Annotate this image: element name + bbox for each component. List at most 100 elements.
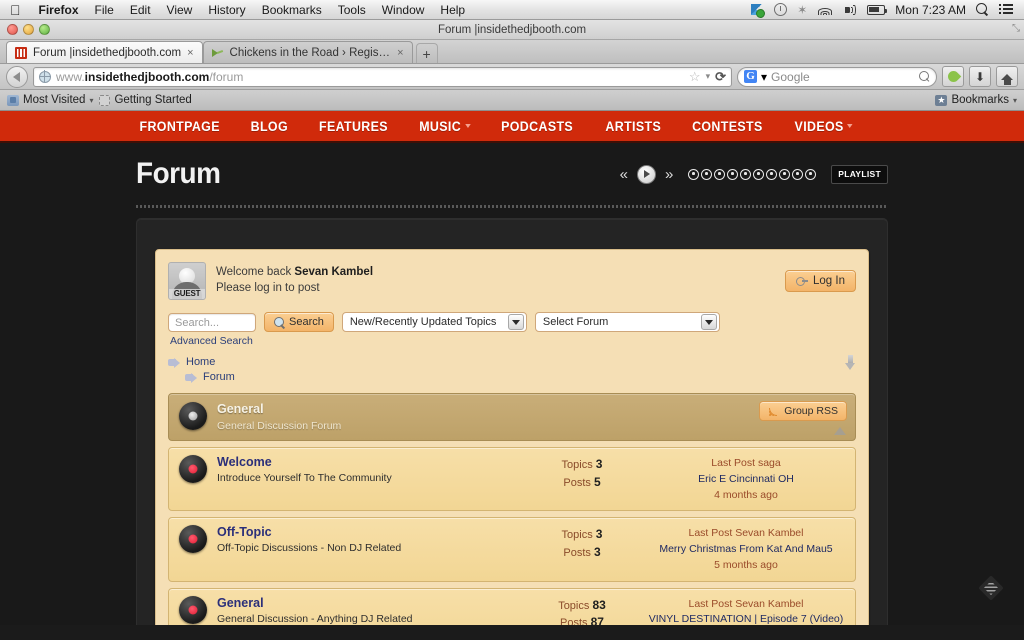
nav-features[interactable]: FEATURES — [319, 119, 388, 134]
menu-help[interactable]: Help — [432, 0, 473, 20]
track-dot[interactable] — [779, 168, 791, 180]
bookmark-getting-started[interactable]: Getting Started — [99, 94, 192, 106]
adblock-icon[interactable] — [942, 66, 964, 87]
last-post-title[interactable]: Merry Christmas From Kat And Mau5 — [647, 542, 845, 558]
menu-edit[interactable]: Edit — [122, 0, 159, 20]
forum-row[interactable]: Off-Topic Off-Topic Discussions - Non DJ … — [168, 517, 856, 582]
login-button[interactable]: Log In — [785, 270, 856, 292]
tab-chickens[interactable]: Chickens in the Road › Registrat... × — [202, 41, 413, 63]
group-rss-button[interactable]: Group RSS — [759, 401, 847, 421]
forum-filter-select[interactable]: Select Forum — [534, 312, 720, 332]
back-button[interactable] — [6, 65, 28, 88]
welcome-line-1: Welcome back Sevan Kambel — [216, 265, 373, 281]
home-icon[interactable] — [996, 66, 1018, 87]
topic-filter-select[interactable]: New/Recently Updated Topics — [341, 312, 527, 332]
search-placeholder: Google — [771, 69, 810, 84]
chevron-down-icon[interactable] — [507, 314, 524, 330]
playlist-button[interactable]: PLAYLIST — [831, 164, 888, 184]
close-tab-icon[interactable]: × — [397, 47, 403, 59]
chevron-down-icon[interactable] — [700, 314, 717, 330]
menu-firefox[interactable]: Firefox — [31, 0, 87, 20]
menu-window[interactable]: Window — [374, 0, 433, 20]
track-dot[interactable] — [714, 168, 726, 180]
spotlight-search-icon[interactable] — [971, 3, 994, 16]
track-dot[interactable] — [753, 168, 765, 180]
track-dot[interactable] — [688, 168, 700, 180]
vinyl-record-icon — [179, 525, 207, 554]
url-bar[interactable]: www.insidethedjbooth.com/forum ☆ ▾ ⟳ — [33, 66, 732, 87]
tab-forum[interactable]: Forum |insidethedjbooth.com × — [6, 41, 203, 63]
notification-center-icon[interactable] — [994, 4, 1018, 15]
group-description: General Discussion Forum — [217, 420, 342, 432]
page-header: Forum « » PLAYLIST — [0, 143, 1024, 205]
last-post-title[interactable]: Eric E Cincinnati OH — [647, 472, 845, 488]
scroll-hint-icon[interactable] — [978, 575, 1004, 601]
next-track-icon[interactable]: » — [665, 166, 673, 183]
nav-contests[interactable]: CONTESTS — [692, 119, 763, 134]
dropbox-icon[interactable] — [746, 3, 769, 18]
bookmarks-menu[interactable]: ★ Bookmarks ▾ — [935, 94, 1017, 106]
last-post-author[interactable]: Last Post Sevan Kambel — [647, 597, 845, 613]
nav-blog[interactable]: BLOG — [251, 119, 288, 134]
chevron-down-icon[interactable]: ▾ — [1013, 96, 1017, 105]
new-tab-button[interactable]: + — [415, 43, 438, 63]
nav-music[interactable]: MUSIC — [419, 119, 471, 134]
breadcrumb-item-forum[interactable]: Forum — [168, 370, 856, 385]
menu-bookmarks[interactable]: Bookmarks — [254, 0, 330, 20]
search-icon[interactable] — [919, 71, 930, 82]
track-dot[interactable] — [727, 168, 739, 180]
menu-view[interactable]: View — [159, 0, 201, 20]
nav-artists[interactable]: ARTISTS — [605, 119, 661, 134]
bookmark-most-visited[interactable]: Most Visited ▾ — [7, 94, 93, 106]
search-icon — [274, 316, 285, 328]
advanced-search-link[interactable]: Advanced Search — [168, 332, 856, 347]
wifi-icon[interactable] — [812, 4, 837, 15]
vinyl-record-icon — [179, 402, 207, 430]
previous-track-icon[interactable]: « — [620, 166, 628, 183]
nav-videos[interactable]: VIDEOS — [794, 119, 853, 134]
chevron-down-icon[interactable]: ▾ — [89, 96, 93, 105]
search-bar[interactable]: G ▾ Google — [737, 66, 937, 87]
chevron-down-icon[interactable]: ▾ — [761, 70, 767, 84]
chevron-down-icon[interactable]: ▾ — [706, 71, 711, 82]
bluetooth-icon[interactable]: ✶ — [792, 4, 812, 16]
menubar-clock[interactable]: Mon 7:23 AM — [890, 0, 971, 20]
search-button[interactable]: Search — [264, 312, 334, 332]
menu-tools[interactable]: Tools — [330, 0, 374, 20]
collapse-group-icon[interactable] — [834, 427, 846, 435]
battery-icon[interactable] — [862, 4, 890, 15]
forum-name-link[interactable]: General — [217, 596, 517, 610]
forum-row[interactable]: Welcome Introduce Yourself To The Communi… — [168, 447, 856, 512]
last-post-author[interactable]: Last Post saga — [647, 456, 845, 472]
track-dot[interactable] — [766, 168, 778, 180]
bookmark-star-icon[interactable]: ☆ — [689, 69, 701, 85]
forum-main: Off-Topic Off-Topic Discussions - Non DJ … — [217, 525, 517, 554]
last-post-author[interactable]: Last Post Sevan Kambel — [647, 526, 845, 542]
track-indicator-dots[interactable] — [688, 168, 817, 180]
breadcrumb-item-home[interactable]: Home — [168, 355, 856, 370]
forum-name-link[interactable]: Off-Topic — [217, 525, 517, 539]
forum-panel: GUEST Welcome back Sevan Kambel Please l… — [155, 249, 869, 625]
resize-handle-icon[interactable]: ⤡ — [1012, 23, 1020, 34]
menu-history[interactable]: History — [200, 0, 253, 20]
close-tab-icon[interactable]: × — [187, 47, 193, 59]
volume-icon[interactable] — [837, 4, 862, 16]
clock-icon[interactable] — [769, 3, 792, 16]
track-dot[interactable] — [805, 168, 817, 180]
track-dot[interactable] — [792, 168, 804, 180]
search-input[interactable]: Search... — [168, 312, 256, 332]
forum-row[interactable]: General General Discussion - Anything DJ … — [168, 587, 856, 625]
nav-podcasts[interactable]: PODCASTS — [502, 119, 574, 134]
play-icon[interactable] — [636, 164, 656, 184]
last-post-title[interactable]: VINYL DESTINATION | Episode 7 (Video) — [647, 612, 845, 625]
apple-menu-icon[interactable]:  — [10, 3, 21, 17]
forum-description: Off-Topic Discussions - Non DJ Related — [217, 542, 402, 555]
track-dot[interactable] — [740, 168, 752, 180]
nav-frontpage[interactable]: FRONTPAGE — [139, 119, 219, 134]
menu-file[interactable]: File — [87, 0, 122, 20]
download-arrow-icon[interactable] — [844, 355, 856, 371]
track-dot[interactable] — [701, 168, 713, 180]
download-icon[interactable]: ⬇ — [969, 66, 991, 87]
forum-name-link[interactable]: Welcome — [217, 455, 517, 469]
reload-icon[interactable]: ⟳ — [715, 69, 726, 85]
